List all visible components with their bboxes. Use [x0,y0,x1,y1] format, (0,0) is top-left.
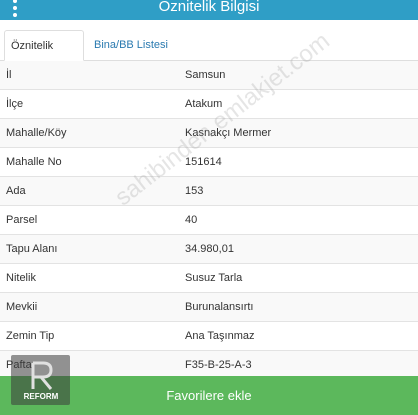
row-key: Tapu Alanı [6,243,58,255]
table-row: Zemin Tip Ana Taşınmaz [0,322,418,351]
attribute-table: İl Samsun İlçe Atakum Mahalle/Köy Kasnakçı … [0,61,418,380]
row-key: Nitelik [6,272,36,284]
row-key: Mahalle No [6,156,62,168]
tab-bar: Öznitelik Bilgisi Bina/BB Listesi [0,20,418,83]
row-key: Zemin Tip [6,330,55,342]
row-value: 40 [185,214,198,226]
table-row: Mahalle No 151614 [0,148,418,177]
row-value: F35-B-25-A-3 [185,359,252,371]
table-row: Tapu Alanı 34.980,01 [0,235,418,264]
table-row: Nitelik Susuz Tarla [0,264,418,293]
row-value: 151614 [185,156,222,168]
header-title: Öznitelik Bilgisi [158,0,260,15]
app-header: Öznitelik Bilgisi [0,0,418,20]
row-value: Burunalansırtı [185,301,254,313]
table-row: Ada 153 [0,177,418,206]
row-key: Ada [6,185,26,197]
tab-building-list[interactable]: Bina/BB Listesi [88,30,174,61]
reform-logo: REFORM [11,355,70,405]
more-vertical-icon[interactable] [12,0,18,19]
table-row: Parsel 40 [0,206,418,235]
tab-attribute-info[interactable]: Öznitelik Bilgisi [4,30,84,83]
table-row: Mahalle/Köy Kasnakçı Mermer [0,119,418,148]
table-row: İl Samsun [0,61,418,90]
row-key: Mahalle/Köy [6,127,67,139]
row-value: Kasnakçı Mermer [185,127,272,139]
table-row: Mevkii Burunalansırtı [0,293,418,322]
row-key: Mevkii [6,301,38,313]
row-value: Susuz Tarla [185,272,243,284]
row-value: Samsun [185,69,226,81]
row-value: 153 [185,185,204,197]
row-key: Parsel [6,214,38,226]
table-row: İlçe Atakum [0,90,418,119]
row-value: Atakum [185,98,223,110]
row-key: İlçe [6,98,24,110]
row-value: Ana Taşınmaz [185,330,255,342]
reform-logo-mark: REFORM [23,361,58,401]
logo-text: REFORM [23,392,58,401]
row-value: 34.980,01 [185,243,234,255]
row-key: İl [6,69,12,81]
